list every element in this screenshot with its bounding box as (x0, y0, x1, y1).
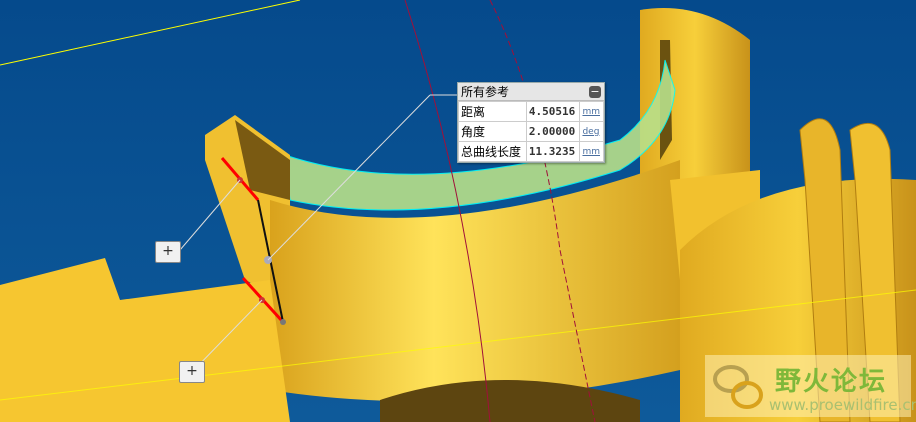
row-label: 距离 (458, 101, 527, 122)
plus-icon: + (162, 243, 174, 259)
watermark-url: www.proewildfire.cn (769, 396, 916, 414)
watermark: 野火论坛 www.proewildfire.cn (705, 355, 916, 417)
row-value: 11.3235 (525, 141, 581, 162)
measure-row-distance: 距离 4.50516 mm (458, 101, 604, 122)
measure-panel-title: 所有参考 (461, 85, 510, 99)
row-label: 角度 (458, 121, 527, 142)
row-unit[interactable]: mm (579, 101, 604, 122)
watermark-title: 野火论坛 (775, 367, 888, 397)
measure-panel[interactable]: 所有参考 − 距离 4.50516 mm 角度 2.00000 deg 总曲线长… (457, 82, 605, 163)
expand-reference-button-2[interactable]: + (179, 361, 205, 383)
measure-row-angle: 角度 2.00000 deg (458, 121, 604, 142)
minus-icon[interactable]: − (589, 85, 601, 98)
row-unit[interactable]: mm (579, 141, 604, 162)
row-value: 2.00000 (525, 121, 581, 142)
plus-icon: + (186, 363, 198, 379)
row-label: 总曲线长度 (458, 141, 527, 162)
measure-table: 距离 4.50516 mm 角度 2.00000 deg 总曲线长度 11.32… (458, 101, 604, 162)
measure-point (280, 319, 286, 325)
measure-panel-header: 所有参考 − (458, 83, 604, 101)
row-unit[interactable]: deg (579, 121, 604, 142)
row-value: 4.50516 (525, 101, 581, 122)
measure-row-curve-length: 总曲线长度 11.3235 mm (458, 141, 604, 162)
butterfly-logo-icon (713, 365, 763, 409)
expand-reference-button-1[interactable]: + (155, 241, 181, 263)
